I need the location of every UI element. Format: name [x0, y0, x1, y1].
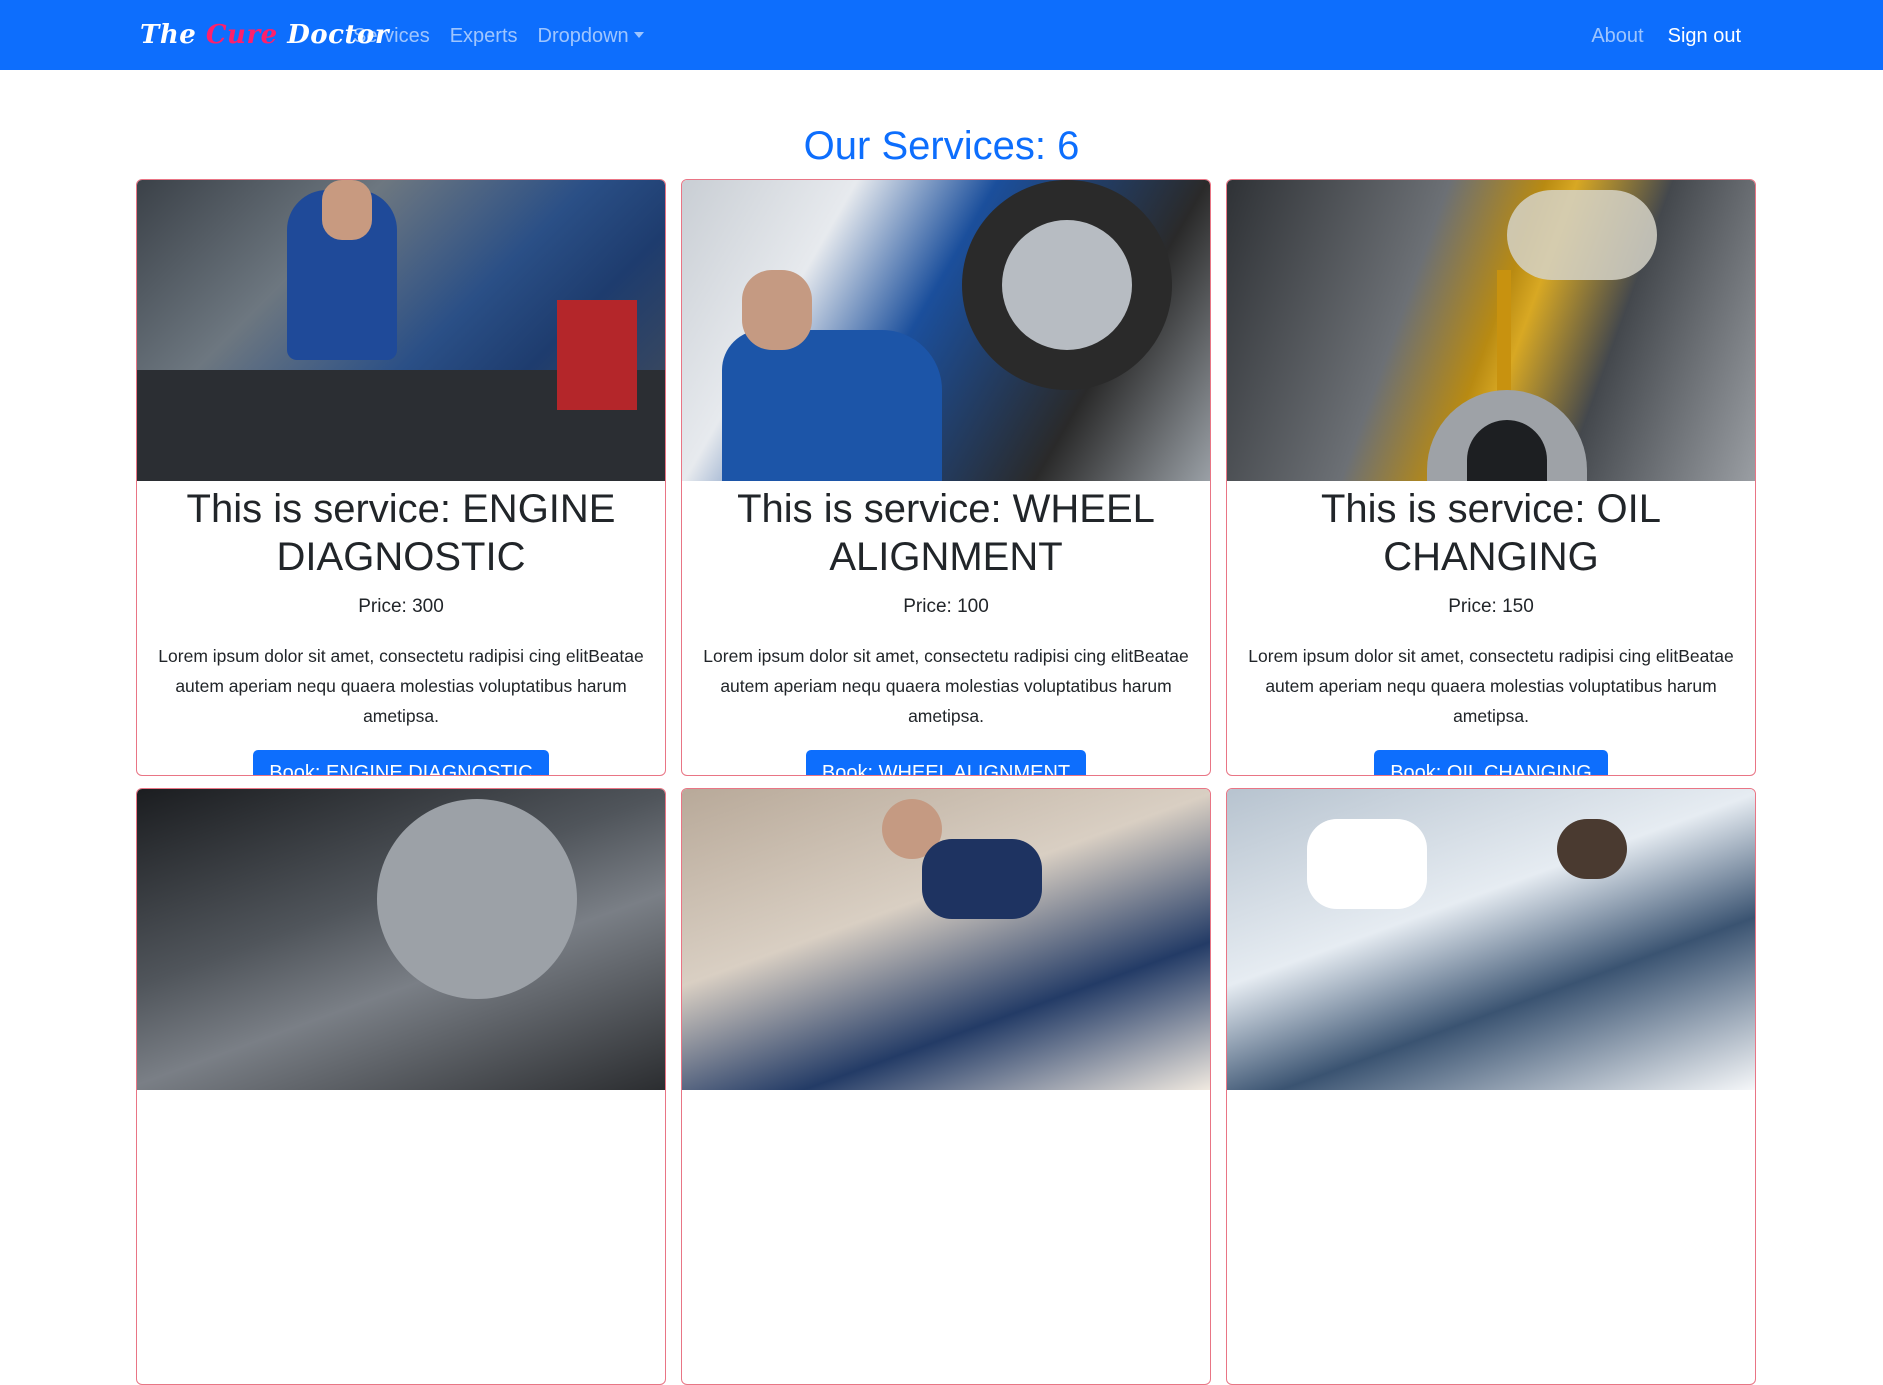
nav-dropdown-toggle[interactable]: Dropdown — [538, 20, 644, 52]
nav-link-services[interactable]: Services — [353, 20, 430, 52]
service-title: This is service: OIL CHANGING — [1320, 487, 1662, 579]
service-image — [682, 180, 1210, 481]
brand-logo[interactable]: The Cure Doctor — [140, 18, 389, 52]
service-image — [1227, 789, 1755, 1090]
service-card — [136, 788, 666, 1385]
service-card: This is service: OIL CHANGING Price: 150… — [1226, 179, 1756, 776]
book-service-button[interactable]: Book: OIL CHANGING — [1374, 750, 1608, 775]
service-price: Price: 100 — [903, 596, 989, 617]
service-card — [681, 788, 1211, 1385]
nav-link-sign-out[interactable]: Sign out — [1668, 20, 1741, 52]
service-image — [137, 180, 665, 481]
service-price: Price: 150 — [1448, 596, 1534, 617]
service-card: This is service: ENGINE DIAGNOSTIC Price… — [136, 179, 666, 776]
nav-right: About Sign out — [1591, 20, 1741, 52]
service-description: Lorem ipsum dolor sit amet, consectetu r… — [158, 646, 644, 726]
service-image — [137, 789, 665, 1090]
service-price: Price: 300 — [358, 596, 444, 617]
service-image — [682, 789, 1210, 1090]
service-card — [1226, 788, 1756, 1385]
book-service-button[interactable]: Book: ENGINE DIAGNOSTIC — [253, 750, 549, 775]
service-title: This is service: ENGINE DIAGNOSTIC — [186, 487, 616, 579]
nav-link-experts[interactable]: Experts — [450, 20, 518, 52]
nav-dropdown-label: Dropdown — [537, 25, 629, 47]
service-description: Lorem ipsum dolor sit amet, consectetu r… — [703, 646, 1189, 726]
book-service-button[interactable]: Book: WHEEL ALIGNMENT — [805, 750, 1087, 775]
service-card: This is service: WHEEL ALIGNMENT Price: … — [681, 179, 1211, 776]
nav-link-about[interactable]: About — [1591, 20, 1643, 52]
service-title: This is service: WHEEL ALIGNMENT — [737, 487, 1155, 579]
navbar: The Cure Doctor Services Experts Dropdow… — [0, 0, 1883, 70]
services-grid: This is service: ENGINE DIAGNOSTIC Price… — [136, 179, 1756, 1385]
service-image — [1227, 180, 1755, 481]
services-heading: Our Services: 6 — [803, 124, 1080, 168]
nav-left: Services Experts Dropdown — [353, 20, 644, 52]
service-description: Lorem ipsum dolor sit amet, consectetu r… — [1248, 646, 1734, 726]
caret-down-icon — [633, 32, 644, 38]
